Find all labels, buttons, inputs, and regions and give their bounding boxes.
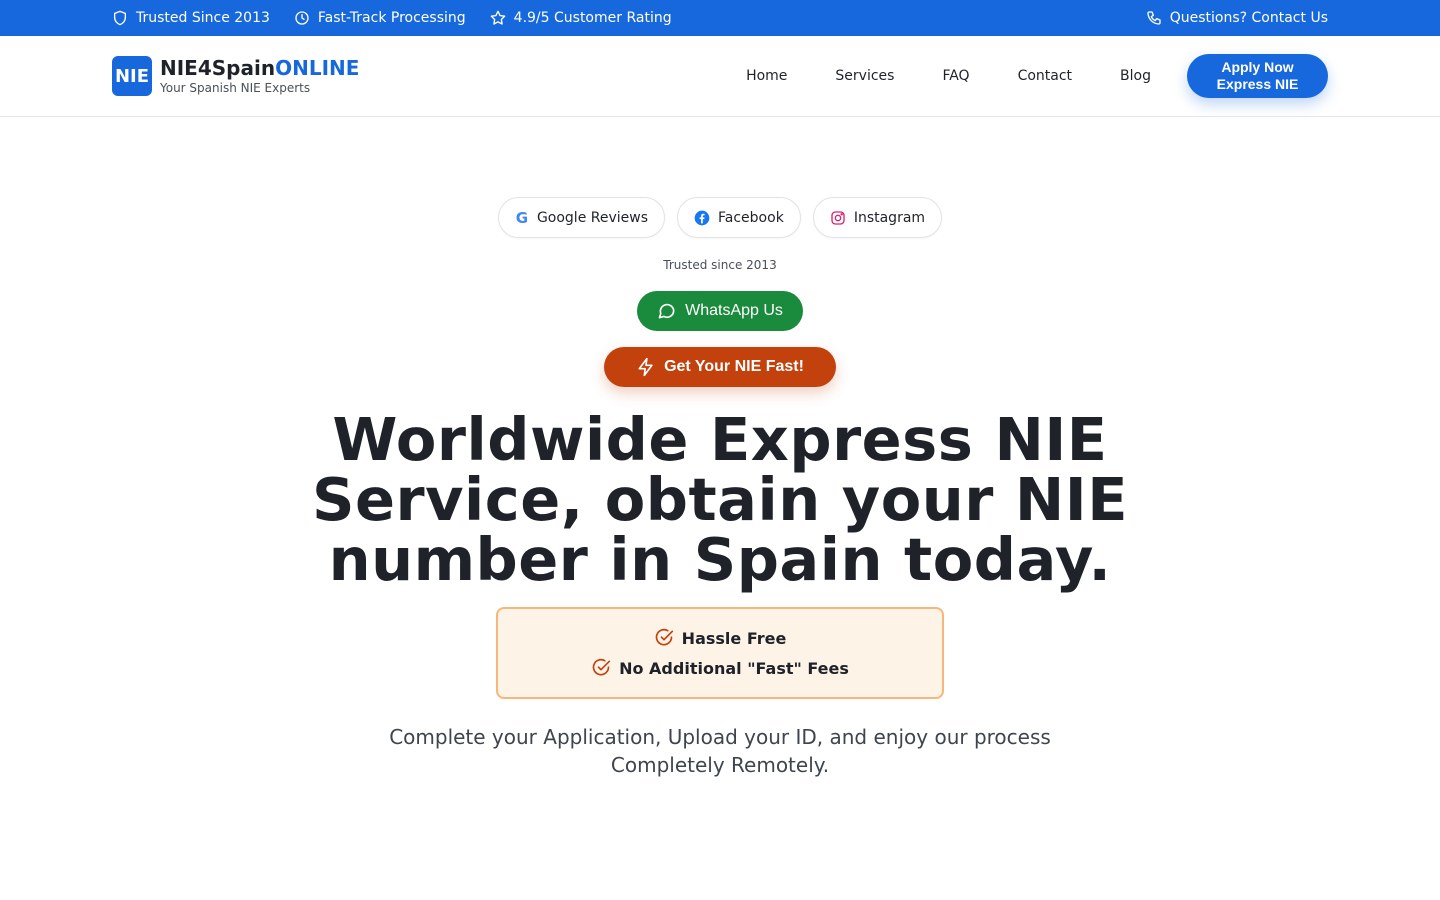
logo-badge: NIE — [112, 56, 152, 96]
check-circle-icon — [592, 658, 611, 676]
processing-badge: Fast-Track Processing — [294, 10, 466, 26]
instagram-label: Instagram — [853, 209, 926, 226]
chat-bubble-icon — [658, 303, 675, 319]
benefits-box: Hassle Free No Additional "Fast" Fees — [496, 607, 944, 699]
get-nie-fast-label: Get Your NIE Fast! — [664, 358, 804, 375]
nav-contact[interactable]: Contact — [1018, 68, 1072, 84]
facebook-icon — [694, 210, 710, 225]
benefit-label: No Additional "Fast" Fees — [619, 658, 849, 678]
brand-main: NIE4Spain — [160, 55, 276, 80]
hero-headline: Worldwide Express NIE Service, obtain yo… — [311, 405, 1129, 594]
get-nie-fast-button[interactable]: Get Your NIE Fast! — [604, 347, 836, 387]
facebook-link[interactable]: Facebook — [677, 197, 801, 238]
phone-icon — [1147, 11, 1161, 25]
brand-highlight: ONLINE — [275, 55, 360, 80]
apply-line-1: Apply Now — [1221, 59, 1294, 75]
google-reviews-link[interactable]: G Google Reviews — [497, 197, 666, 238]
whatsapp-button[interactable]: WhatsApp Us — [637, 291, 803, 331]
facebook-label: Facebook — [718, 209, 784, 226]
contact-text: Questions? Contact Us — [1169, 10, 1328, 26]
instagram-icon — [831, 210, 845, 225]
rating-text: 4.9/5 Customer Rating — [513, 10, 672, 26]
processing-text: Fast-Track Processing — [317, 10, 466, 26]
apply-now-button[interactable]: Apply Now Express NIE — [1187, 54, 1328, 98]
clock-icon — [295, 11, 309, 25]
apply-line-2: Express NIE — [1216, 76, 1299, 92]
benefit-item: Hassle Free — [654, 628, 787, 648]
benefit-item: No Additional "Fast" Fees — [591, 658, 849, 678]
nav-services[interactable]: Services — [835, 68, 894, 84]
main-nav: Home Services FAQ Contact Blog Apply Now… — [746, 54, 1328, 98]
brand-name: NIE4SpainONLINE — [160, 57, 359, 79]
nav-faq[interactable]: FAQ — [942, 68, 969, 84]
check-circle-icon — [655, 628, 673, 646]
google-reviews-label: Google Reviews — [536, 209, 649, 226]
contact-link[interactable]: Questions? Contact Us — [1146, 10, 1328, 26]
trusted-badge: Trusted Since 2013 — [112, 10, 270, 26]
nav-home[interactable]: Home — [746, 68, 787, 84]
site-logo[interactable]: NIE NIE4SpainONLINE Your Spanish NIE Exp… — [112, 56, 359, 96]
google-icon: G — [515, 208, 529, 227]
instagram-link[interactable]: Instagram — [812, 197, 943, 238]
lightning-icon — [638, 357, 653, 377]
rating-badge: 4.9/5 Customer Rating — [490, 10, 672, 26]
hero-subtext: Complete your Application, Upload your I… — [389, 725, 1051, 777]
shield-icon — [114, 10, 126, 26]
top-info-bar: Trusted Since 2013 Fast-Track Processing… — [0, 0, 1440, 36]
social-links: G Google Reviews Facebook Instagram — [0, 197, 1440, 238]
brand-tagline: Your Spanish NIE Experts — [160, 80, 311, 95]
trusted-text: Trusted Since 2013 — [136, 10, 270, 26]
nav-blog[interactable]: Blog — [1120, 68, 1151, 84]
trusted-since-text: Trusted since 2013 — [663, 258, 777, 272]
site-header: NIE NIE4SpainONLINE Your Spanish NIE Exp… — [0, 36, 1440, 117]
star-icon — [490, 10, 505, 25]
benefit-label: Hassle Free — [681, 628, 787, 648]
whatsapp-label: WhatsApp Us — [685, 302, 783, 319]
